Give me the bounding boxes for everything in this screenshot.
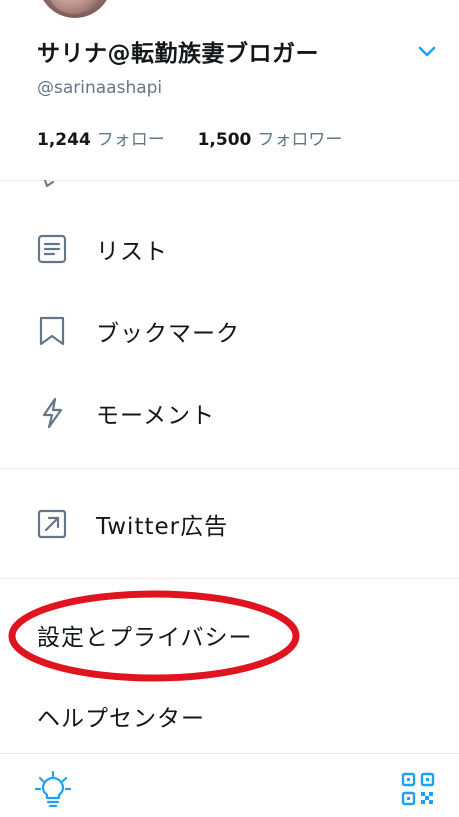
following-count: 1,244 — [37, 130, 91, 150]
avatar-image — [48, 0, 100, 14]
scrolled-icon-fragment — [44, 180, 54, 187]
followers-count: 1,500 — [197, 130, 252, 150]
menu-label-settings-privacy: 設定とプライバシー — [37, 625, 253, 651]
menu-label-bookmarks: ブックマーク — [96, 321, 240, 347]
following-label: フォロー — [96, 130, 165, 150]
external-arrow-icon — [37, 509, 67, 539]
menu-label-lists: リスト — [96, 239, 168, 265]
bottom-divider — [0, 753, 459, 754]
list-document-icon — [37, 234, 67, 264]
avatar[interactable] — [38, 0, 112, 18]
followers-link[interactable]: 1,500 フォロワー — [198, 130, 343, 150]
lightning-icon — [42, 397, 63, 429]
display-name[interactable]: サリナ@転勤族妻ブロガー — [37, 34, 319, 68]
following-link[interactable]: 1,244 フォロー — [37, 130, 170, 150]
followers-label: フォロワー — [257, 130, 343, 150]
menu-divider-1 — [0, 468, 459, 469]
menu-label-help-center: ヘルプセンター — [37, 706, 205, 732]
follow-stats: 1,244 フォロー 1,500 フォロワー — [37, 125, 342, 150]
menu-item-help-center[interactable]: ヘルプセンター — [0, 686, 459, 746]
menu-divider-2 — [0, 578, 459, 579]
menu-item-bookmarks[interactable]: ブックマーク — [0, 301, 459, 361]
bookmark-icon — [39, 316, 65, 346]
qr-code-icon[interactable] — [400, 771, 436, 807]
chevron-down-icon[interactable] — [416, 42, 438, 60]
menu-item-twitter-ads[interactable]: Twitter広告 — [0, 494, 459, 554]
lightbulb-icon[interactable] — [35, 771, 71, 807]
menu-item-lists[interactable]: リスト — [0, 219, 459, 279]
menu-item-moments[interactable]: モーメント — [0, 383, 459, 443]
menu-item-settings-privacy[interactable]: 設定とプライバシー — [0, 605, 459, 665]
user-handle: @sarinaashapi — [37, 78, 163, 98]
menu-label-twitter-ads: Twitter広告 — [96, 514, 229, 540]
header-divider — [0, 180, 459, 181]
menu-label-moments: モーメント — [96, 403, 216, 429]
